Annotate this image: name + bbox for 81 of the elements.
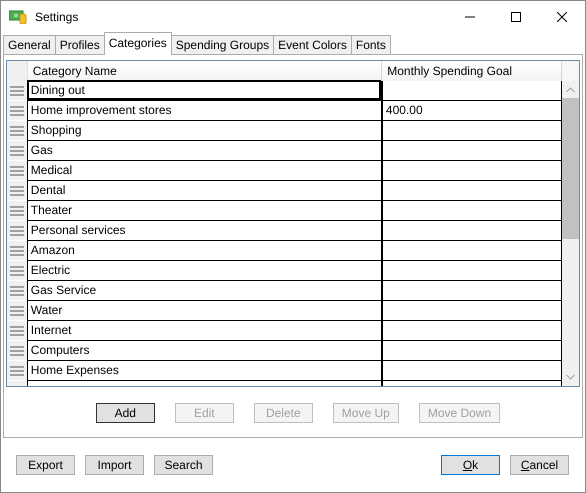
table-cell[interactable] [382, 161, 562, 181]
table-cell[interactable]: Gas Service [26, 281, 382, 301]
row-header[interactable] [7, 161, 27, 181]
table-cell[interactable] [382, 121, 562, 141]
table-cell[interactable]: Theater [26, 201, 382, 221]
row-header[interactable] [7, 181, 27, 201]
grip-icon [10, 144, 24, 156]
tab[interactable]: Categories [104, 32, 172, 55]
grid-action-button[interactable]: Add [96, 403, 155, 423]
money-icon [9, 10, 27, 24]
table-cell[interactable]: Dental [26, 181, 382, 201]
grip-icon [10, 84, 24, 96]
grip-icon [10, 344, 24, 356]
row-header[interactable] [7, 221, 27, 241]
row-header[interactable] [7, 81, 27, 101]
grip-icon [10, 224, 24, 236]
grip-icon [10, 264, 24, 276]
grip-icon [10, 364, 24, 376]
table-cell[interactable]: Home improvement stores [26, 101, 382, 121]
table-cell[interactable]: Medical [26, 161, 382, 181]
column-header[interactable]: Monthly Spending Goal [382, 61, 562, 81]
dialog-button[interactable]: Cancel [510, 455, 569, 475]
row-header[interactable] [7, 341, 27, 361]
table-cell[interactable] [382, 241, 562, 261]
grip-icon [10, 244, 24, 256]
maximize-icon [511, 12, 521, 22]
grip-icon [10, 124, 24, 136]
row-header[interactable] [7, 141, 27, 161]
table-cell[interactable] [382, 261, 562, 281]
grip-icon [10, 304, 24, 316]
close-icon [557, 12, 567, 22]
grip-icon [10, 104, 24, 116]
row-header[interactable] [7, 301, 27, 321]
table-cell[interactable] [382, 281, 562, 301]
tab[interactable]: General [3, 35, 56, 55]
table-cell[interactable] [382, 181, 562, 201]
table-cell[interactable]: Shopping [26, 121, 382, 141]
row-header[interactable] [7, 121, 27, 141]
table-cell[interactable]: Electric [26, 261, 382, 281]
row-header[interactable] [7, 241, 27, 261]
table-cell[interactable]: Dining out [26, 81, 382, 101]
table-cell[interactable] [382, 321, 562, 341]
column-header[interactable]: Category Name [28, 61, 382, 81]
vertical-scrollbar[interactable] [562, 61, 579, 386]
dialog-button[interactable]: Export [16, 455, 75, 475]
row-header[interactable] [7, 201, 27, 221]
window-title: Settings [35, 10, 80, 24]
row-header[interactable] [7, 261, 27, 281]
table-cell[interactable] [382, 361, 562, 381]
table-cell[interactable] [382, 341, 562, 361]
grip-icon [10, 204, 24, 216]
table-cell[interactable]: Home Expenses [26, 361, 382, 381]
tab[interactable]: Event Colors [273, 35, 352, 55]
tab[interactable]: Fonts [350, 35, 391, 55]
table-cell[interactable] [382, 301, 562, 321]
row-header[interactable] [7, 281, 27, 301]
table-cell[interactable] [382, 141, 562, 161]
table-cell[interactable]: 400.00 [382, 101, 562, 121]
table-cell[interactable]: Gas [26, 141, 382, 161]
table-cell[interactable]: Amazon [26, 241, 382, 261]
scroll-down-icon[interactable] [566, 374, 575, 380]
grip-icon [10, 284, 24, 296]
tab[interactable]: Spending Groups [170, 35, 274, 55]
tab[interactable]: Profiles [54, 35, 105, 55]
grip-icon [10, 324, 24, 336]
row-header[interactable] [7, 321, 27, 341]
row-header[interactable] [7, 101, 27, 121]
table-cell[interactable]: Computers [26, 341, 382, 361]
grip-icon [10, 164, 24, 176]
table-cell[interactable] [382, 81, 562, 101]
table-cell[interactable] [382, 201, 562, 221]
dialog-button[interactable]: Ok [441, 455, 500, 475]
row-header[interactable] [7, 361, 27, 381]
dialog-button[interactable]: Search [154, 455, 213, 475]
grip-icon [10, 184, 24, 196]
table-cell[interactable]: Personal services [26, 221, 382, 241]
table-cell[interactable] [382, 221, 562, 241]
table-cell[interactable]: Water [26, 301, 382, 321]
scroll-up-icon[interactable] [566, 87, 575, 93]
dialog-button[interactable]: Import [85, 455, 144, 475]
table-cell[interactable]: Internet [26, 321, 382, 341]
